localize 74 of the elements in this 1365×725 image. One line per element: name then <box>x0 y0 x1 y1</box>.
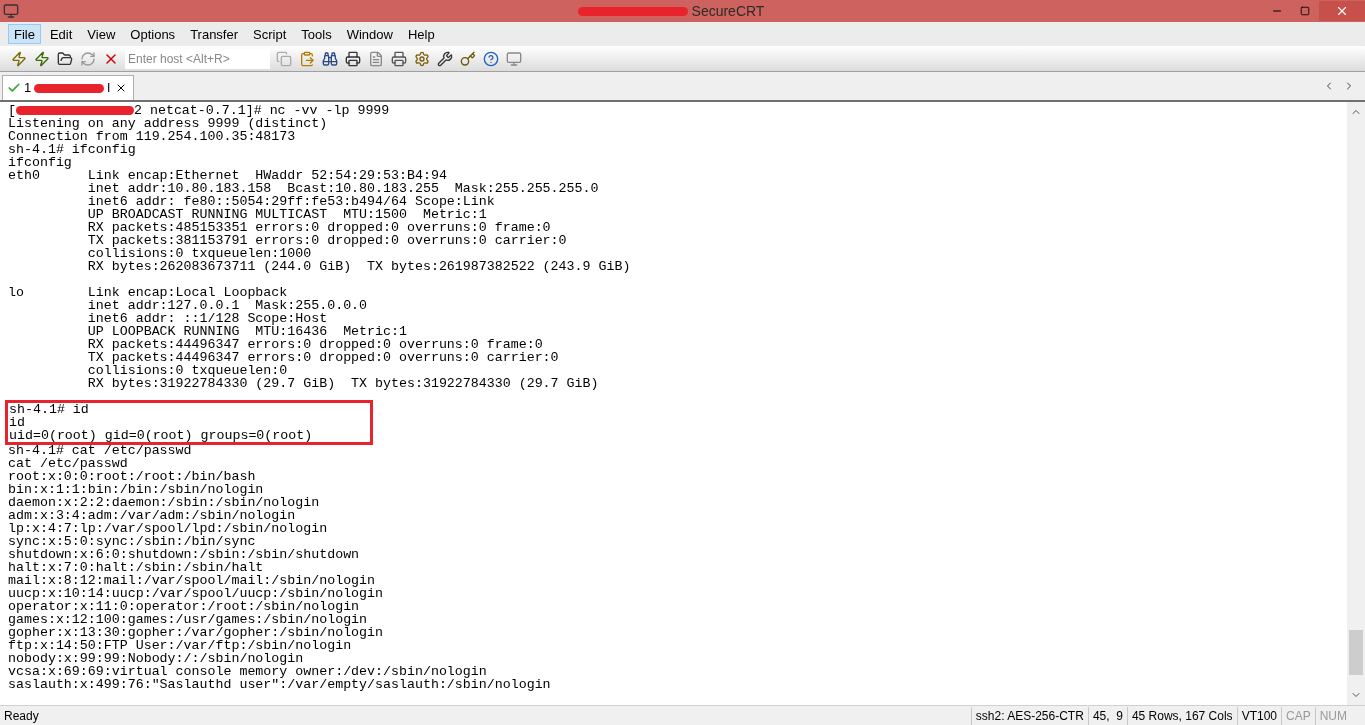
app-icon <box>3 3 19 19</box>
terminal-line: nobody:x:99:99:Nobody:/:/sbin/nologin <box>8 652 304 665</box>
close-icon <box>1335 4 1349 18</box>
terminal-line: TX packets:381153791 errors:0 dropped:0 overruns:0 carrier:0 <box>86 234 567 247</box>
close-button[interactable] <box>1319 1 1365 21</box>
terminal-line: collisions:0 txqueuelen:0 <box>86 364 288 377</box>
terminal-line: Listening on any address 9999 (distinct) <box>8 117 328 130</box>
terminal-line: halt:x:7:0:halt:/sbin:/sbin/halt <box>8 561 264 574</box>
terminal-line: RX packets:485153351 errors:0 dropped:0 overruns:0 frame:0 <box>86 221 551 234</box>
terminal-line: bin:x:1:1:bin:/bin:/sbin/nologin <box>8 483 264 496</box>
terminal-line: RX bytes:262083673711 (244.0 GiB) TX bytes:261987382522 (243.9 GiB) <box>86 260 631 273</box>
host-field[interactable]: Enter host <Alt+R> <box>125 48 270 69</box>
terminal-line: sh-4.1# ifconfig <box>8 143 136 156</box>
tab-label: 1 <box>24 79 32 98</box>
terminal-line: adm:x:3:4:adm:/var/adm:/sbin/nologin <box>8 509 296 522</box>
terminal-line: sync:x:5:0:sync:/sbin:/bin/sync <box>8 535 256 548</box>
terminal-line: shutdown:x:6:0:shutdown:/sbin:/sbin/shutdown <box>8 548 360 561</box>
status-text: 45, 9 <box>1087 706 1127 725</box>
terminal-line: id <box>9 416 25 429</box>
tab-label: l <box>107 79 111 98</box>
terminal-line: lp:x:4:7:lp:/var/spool/lpd:/sbin/nologin <box>8 522 328 535</box>
close-icon[interactable] <box>115 82 127 94</box>
status-text: 45 Rows, 167 Cols <box>1126 706 1237 725</box>
session-tab[interactable]: 1 l <box>2 75 134 100</box>
menu-item[interactable]: Script <box>247 24 293 44</box>
terminal-line: Connection from 119.254.100.35:48173 <box>8 130 296 143</box>
redaction-mark <box>34 83 105 93</box>
scrollbar-thumb[interactable] <box>1349 630 1363 675</box>
menu-item[interactable]: Edit <box>43 24 79 44</box>
terminal-line: mail:x:8:12:mail:/var/spool/mail:/sbin/nologin <box>8 574 376 587</box>
status-text: Ready <box>3 707 40 725</box>
terminal-line: ifconfig <box>8 156 72 169</box>
status-text: VT100 <box>1236 706 1281 725</box>
menu-item[interactable]: Transfer <box>184 24 245 44</box>
terminal-line: uid=0(root) gid=0(root) groups=0(root) <box>9 429 313 442</box>
terminal-line: UP BROADCAST RUNNING MULTICAST MTU:1500 Metric:1 <box>86 208 487 221</box>
terminal-line: collisions:0 txqueuelen:1000 <box>86 247 312 260</box>
terminal-line: uucp:x:10:14:uucp:/var/spool/uucp:/sbin/nologin <box>8 587 384 600</box>
terminal-line: sh-4.1# id <box>9 403 89 416</box>
terminal-line: saslauth:x:499:76:"Saslauthd user":/var/empty/saslauth:/sbin/nologin <box>8 678 551 691</box>
terminal-line: sh-4.1# cat /etc/passwd <box>8 444 192 457</box>
status-text: NUM <box>1314 706 1351 725</box>
window-title: SecureCRT <box>691 1 765 21</box>
terminal-line: eth0 Link encap:Ethernet HWaddr 52:54:29:53:B4:94 <box>8 169 447 182</box>
menu-item[interactable]: Tools <box>295 24 338 44</box>
terminal-line: vcsa:x:69:69:virtual console memory owner:/dev:/sbin/nologin <box>8 665 487 678</box>
terminal-line: ftp:x:14:50:FTP User:/var/ftp:/sbin/nologin <box>8 639 352 652</box>
terminal-line: operator:x:11:0:operator:/root:/sbin/nologin <box>8 600 360 613</box>
terminal-line: inet addr:10.80.183.158 Bcast:10.80.183.255 Mask:255.255.255.0 <box>86 182 599 195</box>
check-icon <box>7 81 21 95</box>
terminal-line: inet addr:127.0.0.1 Mask:255.0.0.0 <box>86 299 368 312</box>
menu-item[interactable]: View <box>81 24 122 44</box>
terminal-line: UP LOOPBACK RUNNING MTU:16436 Metric:1 <box>86 325 407 338</box>
terminal-line: daemon:x:2:2:daemon:/sbin:/sbin/nologin <box>8 496 320 509</box>
terminal-line: root:x:0:0:root:/root:/bin/bash <box>8 470 256 483</box>
menu-item[interactable]: File <box>8 24 41 44</box>
menu-item[interactable]: Options <box>124 24 182 44</box>
terminal-line: RX packets:44496347 errors:0 dropped:0 overruns:0 frame:0 <box>86 338 543 351</box>
terminal-line: 2 netcat-0.7.1]# nc -vv -lp 9999 <box>134 104 390 117</box>
terminal-line: TX packets:44496347 errors:0 dropped:0 overruns:0 carrier:0 <box>86 351 559 364</box>
maximize-icon <box>1300 6 1310 16</box>
terminal-line: games:x:12:100:games:/usr/games:/sbin/nologin <box>8 613 368 626</box>
terminal-line: inet6 addr: ::1/128 Scope:Host <box>86 312 328 325</box>
status-text: ssh2: AES-256-CTR <box>970 706 1088 725</box>
scrollbar[interactable] <box>1347 102 1365 705</box>
terminal-line: gopher:x:13:30:gopher:/var/gopher:/sbin/nologin <box>8 626 384 639</box>
terminal-line: lo Link encap:Local Loopback <box>8 286 288 299</box>
menu-item[interactable]: Window <box>340 24 399 44</box>
terminal-line: inet6 addr: fe80::5054:29ff:fe53:b494/64 Scope:Link <box>86 195 495 208</box>
terminal-line: RX bytes:31922784330 (29.7 GiB) TX bytes:31922784330 (29.7 GiB) <box>86 377 599 390</box>
menu-item[interactable]: Help <box>401 24 441 44</box>
terminal-line: cat /etc/passwd <box>8 457 128 470</box>
terminal-line: [ <box>8 104 16 117</box>
status-text: CAP <box>1281 706 1315 725</box>
